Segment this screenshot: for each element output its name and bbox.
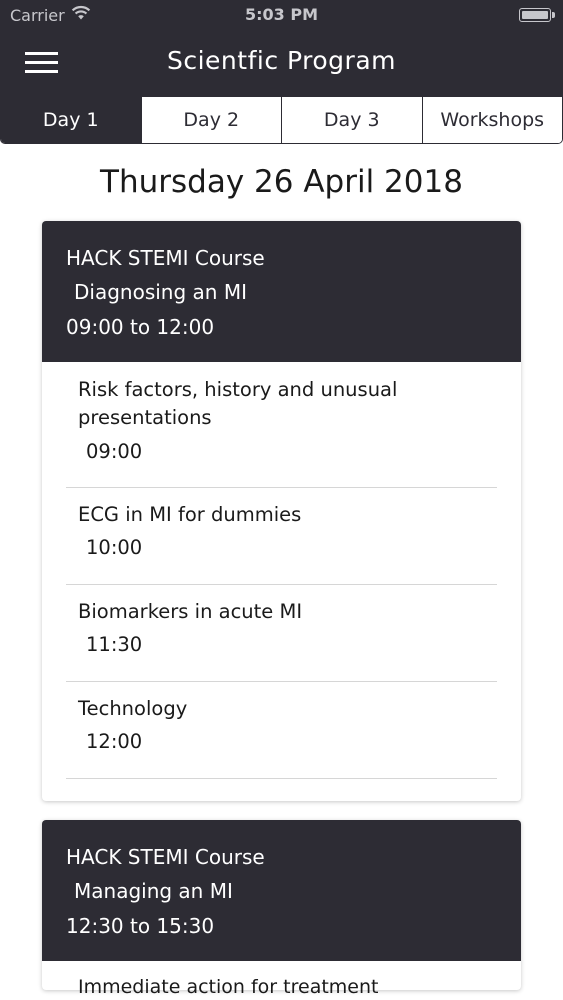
session-title: HACK STEMI Course — [66, 246, 265, 270]
tab-day-2[interactable]: Day 2 — [140, 97, 281, 143]
tab-workshops[interactable]: Workshops — [421, 97, 562, 143]
talk-title: Technology — [78, 697, 188, 720]
talk-title-partial[interactable]: Immediate action for treatment — [78, 976, 378, 998]
talk-item[interactable]: Technology 12:00 — [66, 682, 497, 779]
tab-day-3[interactable]: Day 3 — [281, 97, 422, 143]
talk-time: 11:30 — [86, 633, 143, 656]
date-heading: Thursday 26 April 2018 — [100, 164, 463, 200]
talk-time: 12:00 — [86, 730, 143, 753]
session-header[interactable]: HACK STEMI Course Diagnosing an MI 09:00… — [42, 221, 521, 362]
talk-time: 10:00 — [86, 536, 143, 559]
session-card: HACK STEMI Course Diagnosing an MI 09:00… — [42, 221, 521, 801]
page-title: Scientfic Program — [166, 46, 396, 75]
battery-icon — [519, 8, 555, 22]
session-card: HACK STEMI Course Managing an MI 12:30 t… — [42, 820, 521, 990]
talk-title: ECG in MI for dummies — [78, 503, 302, 526]
status-time: 5:03 PM — [244, 5, 318, 24]
talk-time: 09:00 — [86, 440, 143, 463]
session-subtitle: Managing an MI — [74, 879, 233, 903]
top-bar: Carrier 5:03 PM Scientfic Program — [0, 0, 563, 97]
session-header[interactable]: HACK STEMI Course Managing an MI 12:30 t… — [42, 820, 521, 961]
day-tabs: Day 1 Day 2 Day 3 Workshops — [0, 97, 563, 144]
talk-item[interactable]: Biomarkers in acute MI 11:30 — [66, 585, 497, 682]
session-subtitle: Diagnosing an MI — [74, 280, 247, 304]
talk-item[interactable]: Risk factors, history and unusual presen… — [66, 362, 497, 488]
talk-title: Risk factors, history and unusual presen… — [78, 378, 398, 429]
talk-title: Biomarkers in acute MI — [78, 600, 303, 623]
session-time: 09:00 to 12:00 — [66, 315, 215, 339]
session-title: HACK STEMI Course — [66, 845, 265, 869]
talk-list: Risk factors, history and unusual presen… — [66, 362, 497, 779]
tab-day-1[interactable]: Day 1 — [1, 97, 141, 143]
talk-item[interactable]: ECG in MI for dummies 10:00 — [66, 488, 497, 585]
session-time: 12:30 to 15:30 — [66, 914, 215, 938]
